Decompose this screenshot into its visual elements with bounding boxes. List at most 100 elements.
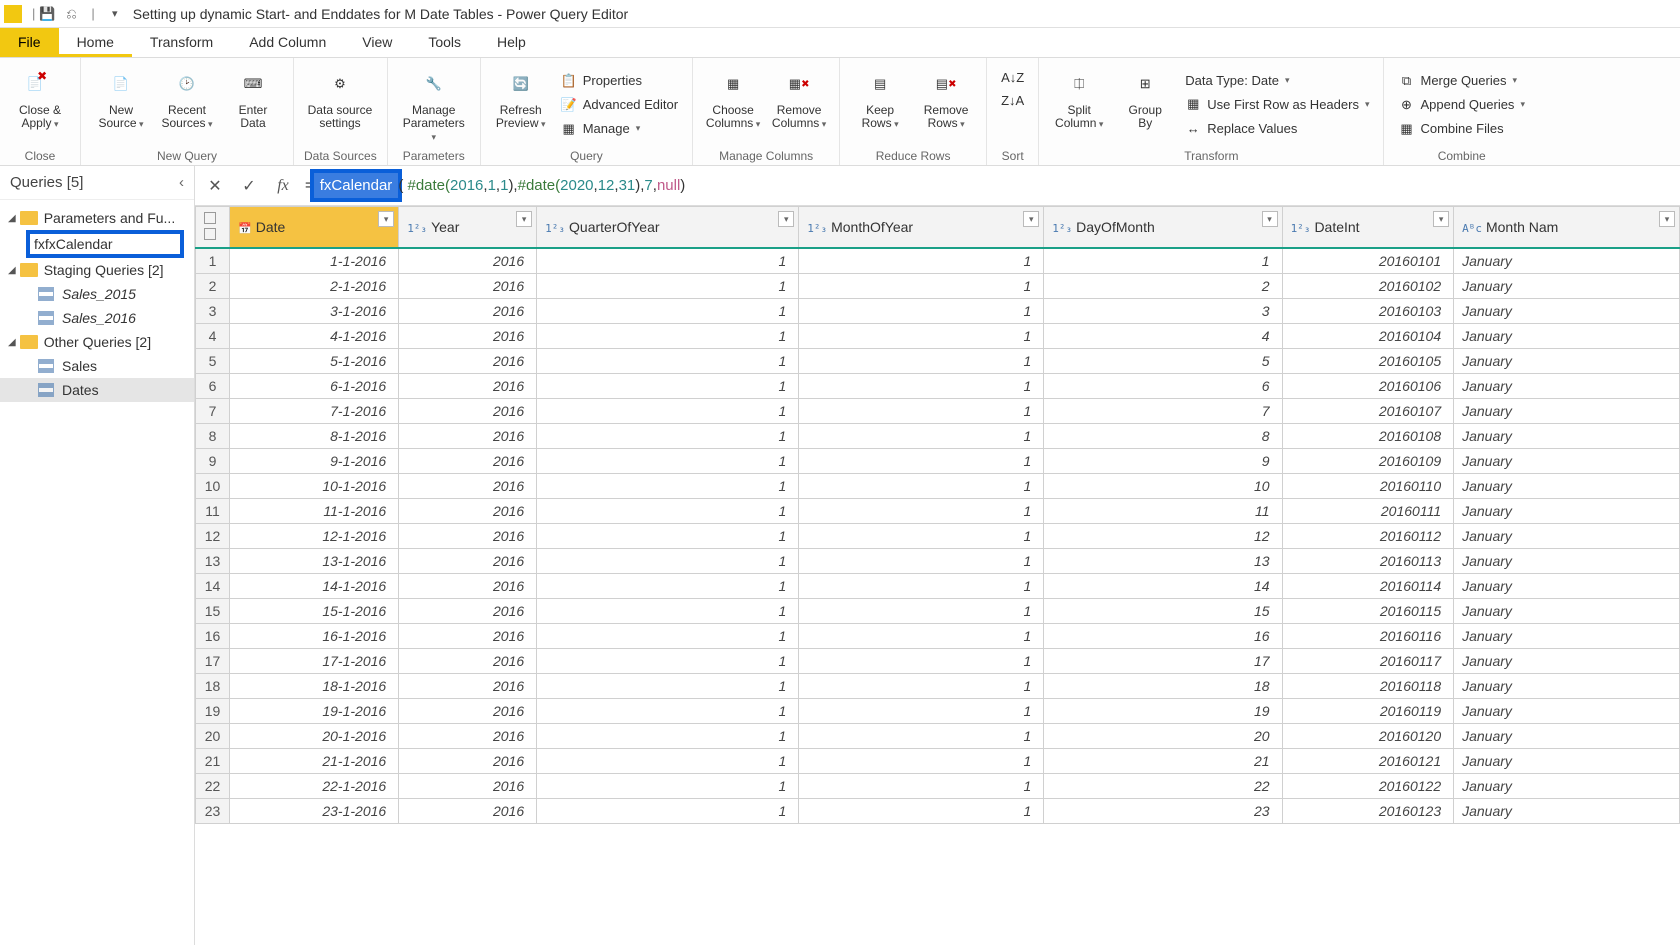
column-header[interactable]: 1²₃Year▾ bbox=[399, 207, 537, 249]
table-row[interactable]: 2020-1-20162016112020160120January bbox=[196, 724, 1680, 749]
row-number-cell[interactable]: 15 bbox=[196, 599, 230, 624]
data-cell[interactable]: 11-1-2016 bbox=[230, 499, 399, 524]
table-row[interactable]: 33-1-2016201611320160103January bbox=[196, 299, 1680, 324]
data-cell[interactable]: 20160123 bbox=[1282, 799, 1454, 824]
advanced-editor-button[interactable]: 📝Advanced Editor bbox=[557, 95, 682, 115]
data-source-settings-button[interactable]: ⚙Data source settings bbox=[304, 62, 376, 147]
table-row[interactable]: 2323-1-20162016112320160123January bbox=[196, 799, 1680, 824]
manage-button[interactable]: ▦Manage ▾ bbox=[557, 119, 682, 139]
data-cell[interactable]: 12 bbox=[1044, 524, 1282, 549]
data-cell[interactable]: 14-1-2016 bbox=[230, 574, 399, 599]
data-cell[interactable]: January bbox=[1454, 749, 1680, 774]
data-cell[interactable]: 1 bbox=[799, 374, 1044, 399]
data-cell[interactable]: 1 bbox=[799, 624, 1044, 649]
data-cell[interactable]: 1 bbox=[799, 349, 1044, 374]
qat-customize-icon[interactable]: ▾ bbox=[107, 6, 123, 22]
tree-item-sales-2015[interactable]: Sales_2015 bbox=[0, 282, 194, 306]
formula-accept-button[interactable]: ✓ bbox=[237, 174, 261, 198]
data-cell[interactable]: 5-1-2016 bbox=[230, 349, 399, 374]
data-cell[interactable]: 20160121 bbox=[1282, 749, 1454, 774]
data-cell[interactable]: 1 bbox=[799, 774, 1044, 799]
data-cell[interactable]: 1 bbox=[537, 248, 799, 274]
data-cell[interactable]: January bbox=[1454, 649, 1680, 674]
table-row[interactable]: 2222-1-20162016112220160122January bbox=[196, 774, 1680, 799]
data-cell[interactable]: 1 bbox=[799, 274, 1044, 299]
data-cell[interactable]: 2016 bbox=[399, 499, 537, 524]
data-cell[interactable]: 1 bbox=[537, 699, 799, 724]
data-cell[interactable]: 2016 bbox=[399, 699, 537, 724]
refresh-preview-button[interactable]: 🔄Refresh Preview bbox=[491, 62, 551, 147]
data-cell[interactable]: 2016 bbox=[399, 724, 537, 749]
table-row[interactable]: 1717-1-20162016111720160117January bbox=[196, 649, 1680, 674]
data-cell[interactable]: 2016 bbox=[399, 248, 537, 274]
data-cell[interactable]: 1 bbox=[799, 674, 1044, 699]
row-number-cell[interactable]: 6 bbox=[196, 374, 230, 399]
split-column-button[interactable]: ⎅Split Column bbox=[1049, 62, 1109, 147]
data-cell[interactable]: 2016 bbox=[399, 374, 537, 399]
close-apply-button[interactable]: 📄✖ Close & Apply bbox=[10, 62, 70, 147]
row-number-cell[interactable]: 18 bbox=[196, 674, 230, 699]
data-cell[interactable]: January bbox=[1454, 299, 1680, 324]
tree-group-staging[interactable]: ◢Staging Queries [2] bbox=[0, 258, 194, 282]
table-row[interactable]: 44-1-2016201611420160104January bbox=[196, 324, 1680, 349]
sort-asc-button[interactable]: A↓Z bbox=[997, 68, 1028, 87]
data-cell[interactable]: January bbox=[1454, 699, 1680, 724]
data-cell[interactable]: 22 bbox=[1044, 774, 1282, 799]
tab-file[interactable]: File bbox=[0, 28, 59, 57]
manage-parameters-button[interactable]: 🔧Manage Parameters bbox=[398, 62, 470, 147]
data-cell[interactable]: 1 bbox=[537, 549, 799, 574]
column-header[interactable]: 1²₃MonthOfYear▾ bbox=[799, 207, 1044, 249]
data-cell[interactable]: 20160119 bbox=[1282, 699, 1454, 724]
data-cell[interactable]: 23 bbox=[1044, 799, 1282, 824]
data-cell[interactable]: 1 bbox=[537, 749, 799, 774]
data-cell[interactable]: 2016 bbox=[399, 299, 537, 324]
column-filter-icon[interactable]: ▾ bbox=[1433, 211, 1449, 227]
column-filter-icon[interactable]: ▾ bbox=[1262, 211, 1278, 227]
data-cell[interactable]: 15-1-2016 bbox=[230, 599, 399, 624]
data-cell[interactable]: 2016 bbox=[399, 324, 537, 349]
data-cell[interactable]: January bbox=[1454, 474, 1680, 499]
data-cell[interactable]: 2 bbox=[1044, 274, 1282, 299]
data-cell[interactable]: 2016 bbox=[399, 399, 537, 424]
data-cell[interactable]: January bbox=[1454, 248, 1680, 274]
tab-add-column[interactable]: Add Column bbox=[231, 28, 344, 57]
table-row[interactable]: 1010-1-20162016111020160110January bbox=[196, 474, 1680, 499]
data-cell[interactable]: 1 bbox=[537, 374, 799, 399]
data-cell[interactable]: 1 bbox=[799, 524, 1044, 549]
data-cell[interactable]: January bbox=[1454, 449, 1680, 474]
table-row[interactable]: 1616-1-20162016111620160116January bbox=[196, 624, 1680, 649]
row-number-cell[interactable]: 20 bbox=[196, 724, 230, 749]
data-cell[interactable]: 12-1-2016 bbox=[230, 524, 399, 549]
row-number-cell[interactable]: 14 bbox=[196, 574, 230, 599]
data-cell[interactable]: 2016 bbox=[399, 799, 537, 824]
data-cell[interactable]: 1 bbox=[537, 349, 799, 374]
data-cell[interactable]: 1 bbox=[799, 799, 1044, 824]
data-cell[interactable]: 1 bbox=[799, 699, 1044, 724]
row-number-cell[interactable]: 7 bbox=[196, 399, 230, 424]
data-cell[interactable]: 19-1-2016 bbox=[230, 699, 399, 724]
data-cell[interactable]: 7-1-2016 bbox=[230, 399, 399, 424]
data-cell[interactable]: 16-1-2016 bbox=[230, 624, 399, 649]
data-cell[interactable]: 20160103 bbox=[1282, 299, 1454, 324]
data-cell[interactable]: 3-1-2016 bbox=[230, 299, 399, 324]
data-cell[interactable]: 20-1-2016 bbox=[230, 724, 399, 749]
data-cell[interactable]: 1 bbox=[537, 274, 799, 299]
tree-item-sales[interactable]: Sales bbox=[0, 354, 194, 378]
data-cell[interactable]: 2016 bbox=[399, 549, 537, 574]
data-cell[interactable]: 1 bbox=[537, 574, 799, 599]
new-source-button[interactable]: 📄New Source bbox=[91, 62, 151, 147]
column-header[interactable]: 1²₃DateInt▾ bbox=[1282, 207, 1454, 249]
enter-data-button[interactable]: ⌨Enter Data bbox=[223, 62, 283, 147]
choose-columns-button[interactable]: ▦Choose Columns bbox=[703, 62, 763, 147]
data-cell[interactable]: 2016 bbox=[399, 424, 537, 449]
remove-rows-button[interactable]: ▤✖Remove Rows bbox=[916, 62, 976, 147]
data-cell[interactable]: 16 bbox=[1044, 624, 1282, 649]
replace-values-button[interactable]: ↔Replace Values bbox=[1181, 118, 1373, 138]
column-filter-icon[interactable]: ▾ bbox=[778, 211, 794, 227]
row-number-cell[interactable]: 2 bbox=[196, 274, 230, 299]
data-cell[interactable]: 1 bbox=[799, 424, 1044, 449]
table-row[interactable]: 55-1-2016201611520160105January bbox=[196, 349, 1680, 374]
data-cell[interactable]: 20160110 bbox=[1282, 474, 1454, 499]
data-cell[interactable]: January bbox=[1454, 799, 1680, 824]
tree-item-sales-2016[interactable]: Sales_2016 bbox=[0, 306, 194, 330]
